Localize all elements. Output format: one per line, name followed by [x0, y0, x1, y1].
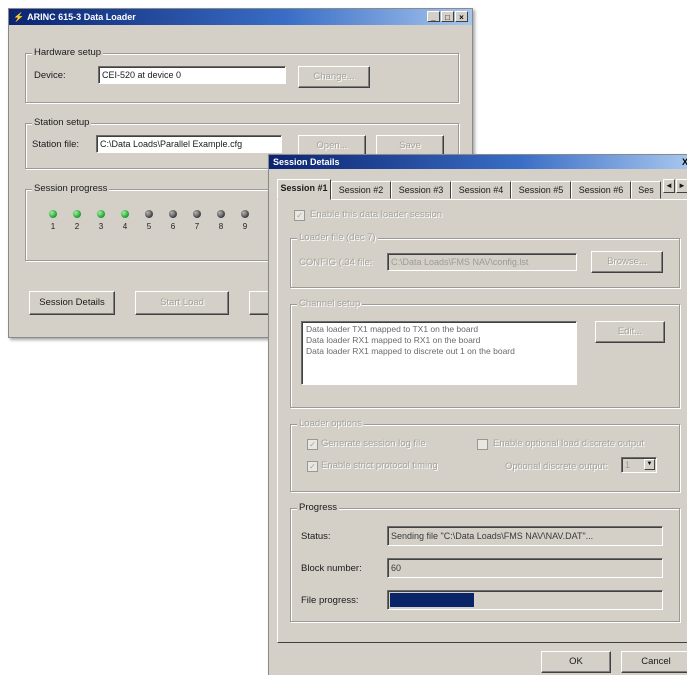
- tab-session-2[interactable]: Session #2: [331, 181, 391, 199]
- status-label: Status:: [301, 531, 331, 542]
- maximize-icon[interactable]: □: [441, 11, 454, 22]
- session-tabs: Session #1 Session #2 Session #3 Session #4…: [277, 179, 687, 200]
- session-window-title: Session Details: [273, 157, 340, 167]
- tab-session-7[interactable]: Ses: [631, 181, 661, 199]
- channel-setup-group: Channel setup Data loader TX1 mapped to …: [290, 298, 680, 408]
- tab-scroll-arrows: ◄ ►: [663, 179, 687, 193]
- ok-button[interactable]: OK: [541, 651, 611, 673]
- hardware-setup-group: Hardware setup Device: CEI-520 at device…: [25, 47, 459, 103]
- loader-file-label: CONFIG (.34 file:: [299, 257, 373, 268]
- session-led-1: [49, 210, 57, 218]
- generate-log-label: Generate session log file: [321, 438, 426, 449]
- session-led-number: 4: [122, 222, 128, 231]
- channel-mapping-item[interactable]: Data loader TX1 mapped to TX1 on the boa…: [306, 324, 572, 335]
- session-details-window: Session Details X Session #1 Session #2 Se…: [268, 154, 687, 675]
- session-led-number: 8: [218, 222, 224, 231]
- window-controls: _ □ ×: [427, 11, 468, 22]
- hardware-setup-legend: Hardware setup: [32, 47, 104, 59]
- discrete-output-value: 1: [625, 460, 631, 470]
- device-field[interactable]: CEI-520 at device 0: [98, 66, 286, 84]
- file-progress-bar: [387, 590, 663, 610]
- strict-timing-checkbox[interactable]: ✓: [307, 461, 318, 472]
- session-progress-legend: Session progress: [32, 183, 110, 195]
- station-setup-legend: Station setup: [32, 117, 92, 129]
- tab-session-6[interactable]: Session #6: [571, 181, 631, 199]
- session-led-number: 2: [74, 222, 80, 231]
- session-led-6: [169, 210, 177, 218]
- session-led-2: [73, 210, 81, 218]
- session-led-8: [217, 210, 225, 218]
- enable-session-label: Enable this data loader session: [310, 209, 443, 220]
- strict-timing-label: Enable strict protocol timing: [321, 460, 438, 471]
- status-field: Sending file "C:\Data Loads\FMS NAV\NAV.…: [387, 526, 663, 546]
- loader-file-group: Loader file (dec 7) CONFIG (.34 file: C:…: [290, 232, 680, 288]
- progress-legend: Progress: [297, 502, 340, 514]
- session-led-5: [145, 210, 153, 218]
- session-led-7: [193, 210, 201, 218]
- session-titlebar[interactable]: Session Details X: [269, 155, 687, 169]
- tab-scroll-left-icon[interactable]: ◄: [663, 179, 675, 193]
- file-progress-label: File progress:: [301, 595, 359, 606]
- main-titlebar[interactable]: ⚡ ARINC 615-3 Data Loader _ □ ×: [9, 9, 472, 25]
- app-icon: ⚡: [13, 12, 25, 22]
- edit-button[interactable]: Edit...: [595, 321, 665, 343]
- session-tab-panel: ✓ Enable this data loader session Loader…: [277, 199, 687, 643]
- close-icon[interactable]: ×: [455, 11, 468, 22]
- channel-mapping-item[interactable]: Data loader RX1 mapped to RX1 on the boa…: [306, 335, 572, 346]
- loader-file-field[interactable]: C:\Data Loads\FMS NAV\config.lst: [387, 253, 577, 271]
- discrete-output-select[interactable]: 1 ▼: [621, 457, 657, 473]
- file-progress-fill: [390, 593, 474, 607]
- session-led-3: [97, 210, 105, 218]
- tab-session-1[interactable]: Session #1: [277, 179, 331, 200]
- session-led-number: 9: [242, 222, 248, 231]
- block-number-label: Block number:: [301, 563, 362, 574]
- loader-options-group: Loader options ✓ Generate session log fi…: [290, 418, 680, 492]
- session-led-number: 3: [98, 222, 104, 231]
- device-label: Device:: [34, 70, 66, 81]
- session-details-button[interactable]: Session Details: [29, 291, 115, 315]
- change-button[interactable]: Change...: [298, 66, 370, 88]
- session-led-number: 1: [50, 222, 56, 231]
- session-led-number: 5: [146, 222, 152, 231]
- session-led-9: [241, 210, 249, 218]
- channel-mapping-list[interactable]: Data loader TX1 mapped to TX1 on the boa…: [301, 321, 577, 385]
- station-file-label: Station file:: [32, 139, 79, 150]
- tab-session-5[interactable]: Session #5: [511, 181, 571, 199]
- loader-options-legend: Loader options: [297, 418, 364, 430]
- session-close-icon[interactable]: X: [682, 155, 687, 169]
- enable-session-checkbox[interactable]: ✓: [294, 210, 305, 221]
- station-file-field[interactable]: C:\Data Loads\Parallel Example.cfg: [96, 135, 282, 153]
- tab-session-3[interactable]: Session #3: [391, 181, 451, 199]
- channel-setup-legend: Channel setup: [297, 298, 363, 310]
- progress-group: Progress Status: Sending file "C:\Data L…: [290, 502, 680, 622]
- minimize-icon[interactable]: _: [427, 11, 440, 22]
- enable-discrete-checkbox[interactable]: [477, 439, 488, 450]
- generate-log-checkbox[interactable]: ✓: [307, 439, 318, 450]
- main-window-title: ARINC 615-3 Data Loader: [27, 12, 136, 22]
- tab-session-4[interactable]: Session #4: [451, 181, 511, 199]
- tab-scroll-right-icon[interactable]: ►: [676, 179, 687, 193]
- browse-button[interactable]: Browse...: [591, 251, 663, 273]
- cancel-button[interactable]: Cancel: [621, 651, 687, 673]
- discrete-output-label: Optional discrete output:: [505, 461, 608, 472]
- channel-mapping-item[interactable]: Data loader RX1 mapped to discrete out 1…: [306, 346, 572, 357]
- block-number-field: 60: [387, 558, 663, 578]
- session-led-number: 7: [194, 222, 200, 231]
- loader-file-legend: Loader file (dec 7): [297, 232, 378, 244]
- enable-discrete-label: Enable optional load discrete output: [493, 438, 645, 449]
- session-led-number: 6: [170, 222, 176, 231]
- chevron-down-icon[interactable]: ▼: [644, 459, 655, 470]
- session-led-4: [121, 210, 129, 218]
- start-load-button[interactable]: Start Load: [135, 291, 229, 315]
